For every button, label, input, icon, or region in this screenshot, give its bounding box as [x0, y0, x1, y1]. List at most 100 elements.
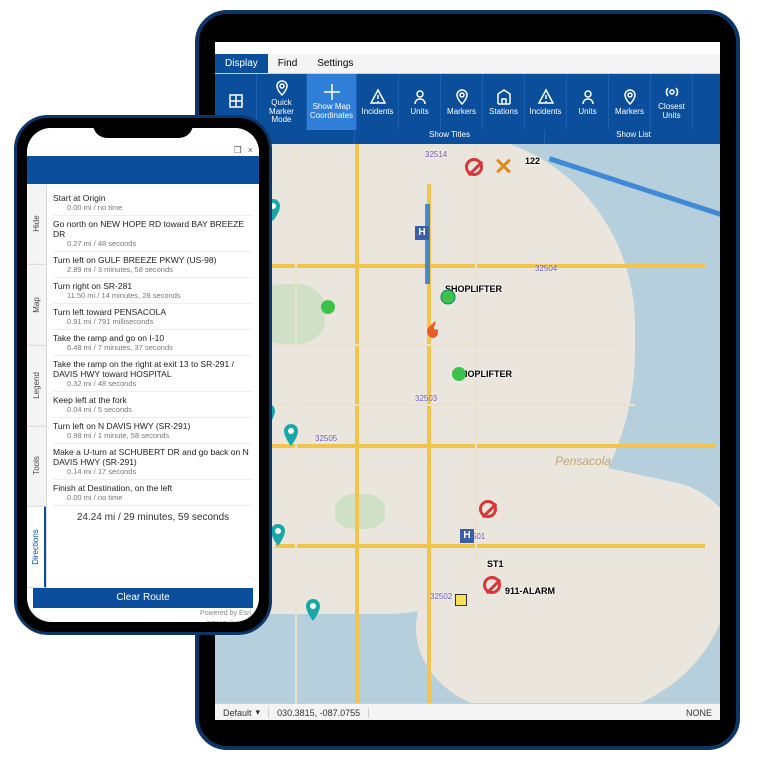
btn-show-markers[interactable]: Markers — [441, 74, 483, 130]
forbidden-icon[interactable] — [483, 576, 501, 594]
status-right: NONE — [678, 708, 720, 718]
crosshair-icon — [323, 83, 341, 101]
ribbon-toolbar: Quick Marker Mode Show Map Coordinates I… — [215, 74, 720, 130]
pin-icon — [621, 88, 639, 106]
list-units-label: Units — [578, 108, 596, 117]
pin-plus-icon — [273, 79, 291, 97]
zip-label: 32503 — [415, 394, 437, 403]
direction-step[interactable]: Take the ramp and go on I-106.48 mi / 7 … — [53, 330, 253, 356]
hospital-icon[interactable]: H — [415, 226, 429, 240]
tab-display[interactable]: Display — [215, 54, 268, 73]
zip-label: 32505 — [315, 434, 337, 443]
restore-icon[interactable]: ❐ — [234, 145, 242, 156]
pin-icon — [453, 88, 471, 106]
show-stations-label: Stations — [489, 108, 518, 117]
list-incidents-label: Incidents — [529, 108, 561, 117]
person-icon — [579, 88, 597, 106]
sidetab-legend[interactable]: Legend — [27, 346, 46, 427]
map-canvas[interactable]: 32514 32504 32503 32505 32501 32502 Pens… — [215, 144, 720, 703]
person-icon — [411, 88, 429, 106]
clear-route-button[interactable]: Clear Route — [33, 588, 253, 608]
btn-show-incidents[interactable]: Incidents — [357, 74, 399, 130]
btn-list-markers[interactable]: Markers — [609, 74, 651, 130]
user-badge: DEMO@ALL1 — [207, 621, 251, 622]
fire-icon[interactable] — [425, 320, 445, 340]
zip-label: 32502 — [430, 592, 452, 601]
city-label: Pensacola — [555, 454, 611, 468]
zip-label: 32504 — [535, 264, 557, 273]
station-marker[interactable] — [455, 594, 467, 606]
esri-attribution: Powered by Esri — [200, 610, 251, 617]
phone-device: ❐ × Hide Map Legend Tools Directions Sta… — [14, 115, 272, 635]
direction-step[interactable]: Finish at Destination, on the left0.00 m… — [53, 480, 253, 506]
direction-step[interactable]: Turn left on GULF BREEZE PKWY (US-98)2.8… — [53, 252, 253, 278]
unit-marker[interactable] — [283, 424, 299, 446]
incident-label[interactable]: 911-ALARM — [505, 586, 555, 596]
group-show-titles: Show Titles — [355, 130, 545, 144]
btn-quick-marker[interactable]: Quick Marker Mode — [257, 74, 307, 130]
warning-icon — [537, 88, 555, 106]
group-show-list: Show List — [545, 130, 720, 144]
direction-step[interactable]: Make a U-turn at SCHUBERT DR and go back… — [53, 444, 253, 480]
btn-list-incidents[interactable]: Incidents — [525, 74, 567, 130]
status-bar: Default ▾ 030.3815, -087.0755 NONE — [215, 703, 720, 720]
directions-panel: Start at Origin0.00 mi / no timeGo north… — [47, 184, 259, 588]
station-label[interactable]: ST1 — [487, 559, 504, 569]
directions-list[interactable]: Start at Origin0.00 mi / no timeGo north… — [53, 190, 253, 506]
direction-step[interactable]: Turn left toward PENSACOLA0.91 mi / 791 … — [53, 304, 253, 330]
sidetab-directions[interactable]: Directions — [27, 507, 46, 588]
tablet-screen: Display Find Settings Quick Marker Mode … — [215, 42, 720, 720]
forbidden-icon[interactable] — [479, 500, 497, 518]
sidetab-map[interactable]: Map — [27, 265, 46, 346]
direction-step[interactable]: Keep left at the fork0.04 mi / 5 seconds — [53, 392, 253, 418]
btn-list-units[interactable]: Units — [567, 74, 609, 130]
phone-screen: ❐ × Hide Map Legend Tools Directions Sta… — [27, 128, 259, 622]
btn-closest-units[interactable]: Closest Units — [651, 74, 693, 130]
btn-show-coords[interactable]: Show Map Coordinates — [307, 74, 357, 130]
btn-show-units[interactable]: Units — [399, 74, 441, 130]
phone-titlebar — [27, 156, 259, 184]
hospital-icon[interactable]: H — [460, 529, 474, 543]
basemap-value: Default — [223, 708, 252, 718]
direction-step[interactable]: Go north on NEW HOPE RD toward BAY BREEZ… — [53, 216, 253, 252]
ribbon-tabs: Display Find Settings — [215, 54, 720, 74]
tab-settings[interactable]: Settings — [307, 54, 363, 73]
show-units-label: Units — [410, 108, 428, 117]
btn-quick-marker-label: Quick Marker Mode — [259, 99, 304, 125]
unit-marker[interactable] — [305, 599, 321, 621]
direction-step[interactable]: Turn right on SR-28111.50 mi / 14 minute… — [53, 278, 253, 304]
closest-units-label: Closest Units — [653, 103, 690, 121]
window-controls: ❐ × — [27, 144, 259, 156]
btn-show-stations[interactable]: Stations — [483, 74, 525, 130]
tablet-device: Display Find Settings Quick Marker Mode … — [195, 10, 740, 750]
direction-step[interactable]: Start at Origin0.00 mi / no time — [53, 190, 253, 216]
direction-step[interactable]: Turn left on N DAVIS HWY (SR-291)0.98 mi… — [53, 418, 253, 444]
unit-marker[interactable] — [270, 524, 286, 546]
route-total: 24.24 mi / 29 minutes, 59 seconds — [53, 506, 253, 529]
btn-show-coords-label: Show Map Coordinates — [309, 103, 354, 121]
sidetab-hide[interactable]: Hide — [27, 184, 46, 265]
direction-step[interactable]: Take the ramp on the right at exit 13 to… — [53, 356, 253, 392]
unit-label: 122 — [525, 156, 540, 166]
broadcast-icon — [663, 83, 681, 101]
layers-icon — [227, 92, 245, 110]
ribbon-group-labels: Show Titles Show List — [215, 130, 720, 144]
incident-marker[interactable] — [451, 366, 467, 388]
warning-icon — [369, 88, 387, 106]
incident-marker[interactable] — [440, 289, 456, 311]
building-icon — [495, 88, 513, 106]
sidetab-tools[interactable]: Tools — [27, 426, 46, 507]
side-tab-strip: Hide Map Legend Tools Directions — [27, 184, 47, 588]
show-incidents-label: Incidents — [361, 108, 393, 117]
chevron-down-icon: ▾ — [256, 707, 261, 718]
forbidden-icon[interactable] — [465, 158, 483, 176]
basemap-dropdown[interactable]: Default ▾ — [215, 707, 269, 718]
x-icon[interactable] — [495, 158, 511, 174]
incident-marker[interactable] — [320, 299, 336, 321]
list-markers-label: Markers — [615, 108, 644, 117]
coords-readout: 030.3815, -087.0755 — [269, 708, 369, 718]
show-markers-label: Markers — [447, 108, 476, 117]
close-icon[interactable]: × — [248, 145, 253, 155]
zip-label: 32514 — [425, 150, 447, 159]
tab-find[interactable]: Find — [268, 54, 307, 73]
